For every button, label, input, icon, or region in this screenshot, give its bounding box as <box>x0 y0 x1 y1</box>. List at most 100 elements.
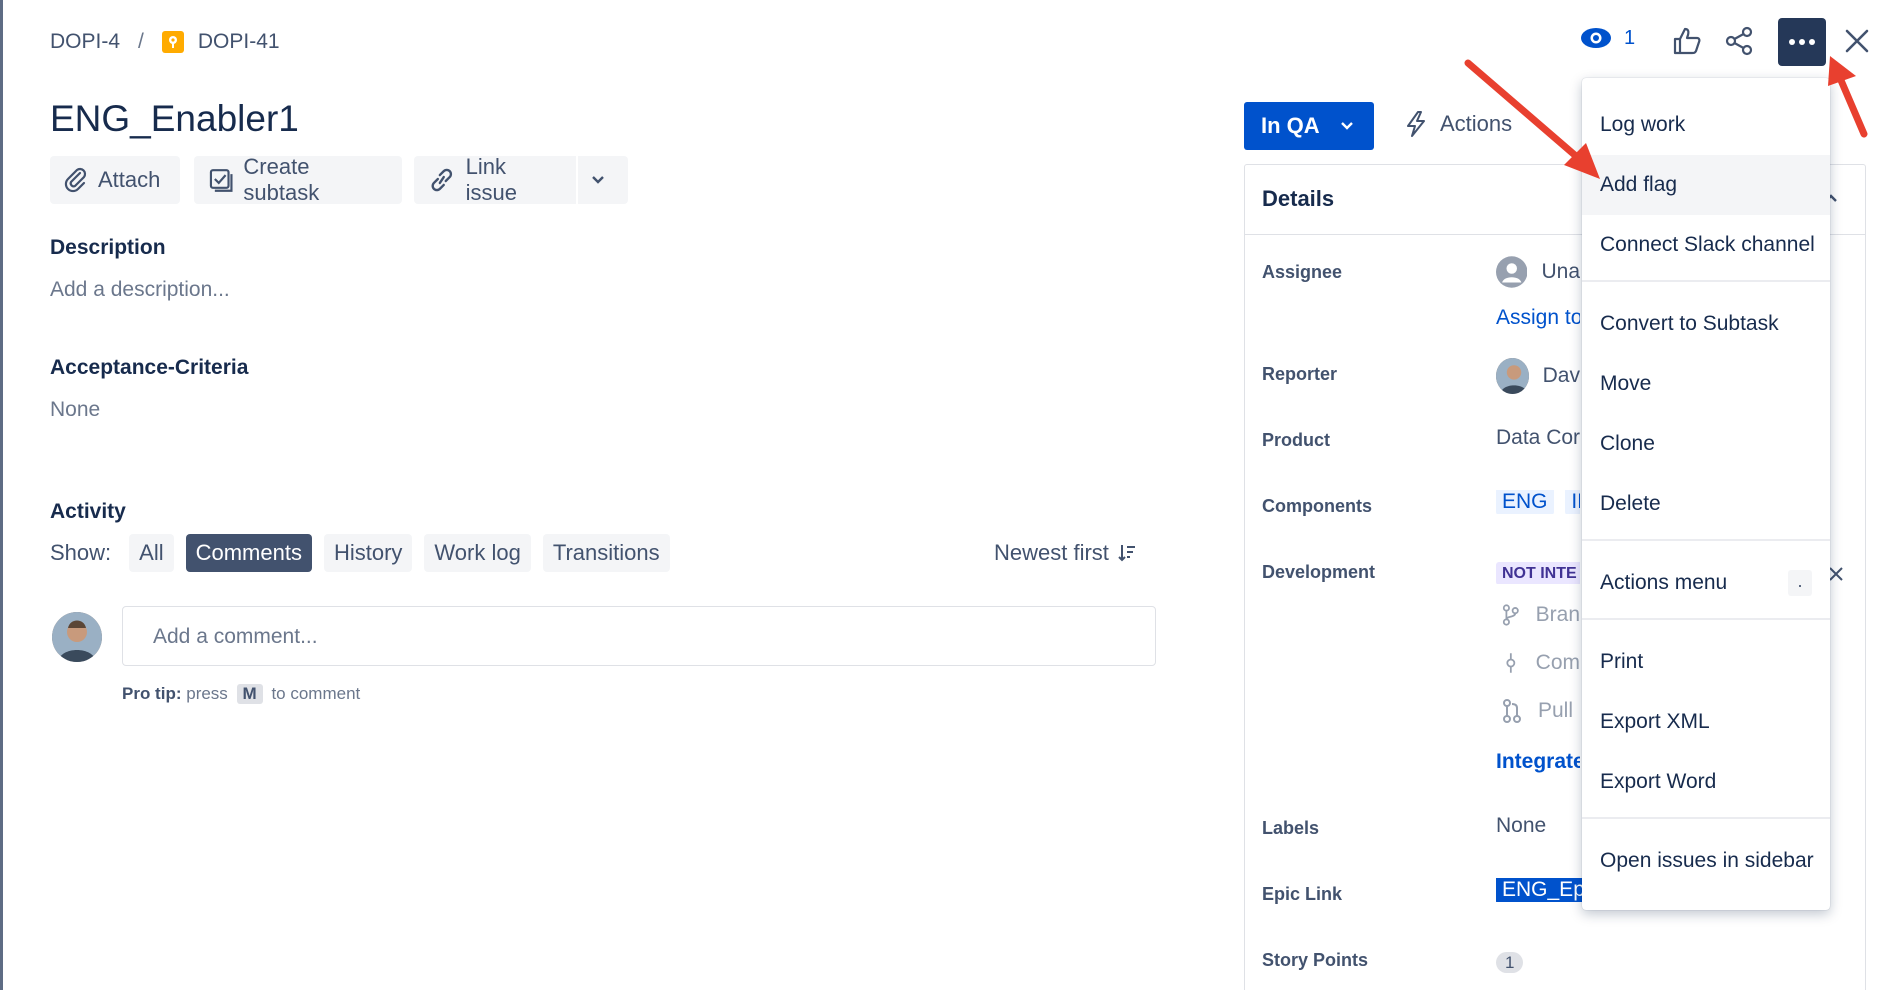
reporter-value[interactable]: Dav <box>1496 358 1580 394</box>
subtask-icon <box>209 169 233 192</box>
close-icon <box>1845 29 1869 53</box>
menu-item-delete[interactable]: Delete <box>1582 474 1830 534</box>
component-tag[interactable]: ENG <box>1496 490 1554 514</box>
shortcut-badge: . <box>1788 570 1812 596</box>
ellipsis-icon <box>1789 39 1815 45</box>
menu-item-open-in-sidebar[interactable]: Open issues in sidebar <box>1582 831 1830 891</box>
window-edge <box>0 0 3 990</box>
share-icon <box>1725 26 1753 56</box>
status-label: In QA <box>1261 113 1320 138</box>
branch-icon <box>1502 604 1519 626</box>
components-label: Components <box>1262 496 1372 516</box>
more-actions-button[interactable] <box>1778 18 1826 66</box>
pro-tip: Pro tip: press M to comment <box>122 684 360 704</box>
sort-icon <box>1118 545 1135 562</box>
share-button[interactable] <box>1724 26 1754 61</box>
watch-count: 1 <box>1624 26 1636 49</box>
shortcut-key: M <box>236 684 263 704</box>
menu-item-connect-slack[interactable]: Connect Slack channel <box>1582 215 1830 275</box>
pro-tip-post: to comment <box>271 684 361 703</box>
comment-input[interactable]: Add a comment... <box>122 606 1156 666</box>
menu-item-print[interactable]: Print <box>1582 632 1830 692</box>
details-heading[interactable]: Details <box>1262 186 1334 212</box>
filter-all[interactable]: All <box>129 534 174 572</box>
watch-button[interactable]: 1 <box>1580 26 1635 50</box>
assignee-name: Una <box>1541 260 1580 283</box>
filter-history[interactable]: History <box>323 534 413 572</box>
menu-item-clone[interactable]: Clone <box>1582 414 1830 474</box>
link-issue-label: Link issue <box>465 154 517 205</box>
menu-item-log-work[interactable]: Log work <box>1582 95 1830 155</box>
more-toolbar-button[interactable] <box>578 156 628 204</box>
commits-row[interactable]: Com <box>1496 650 1580 676</box>
filter-comments[interactable]: Comments <box>185 534 312 572</box>
activity-heading: Activity <box>50 500 126 523</box>
story-points-value[interactable]: 1 <box>1496 950 1536 974</box>
commit-icon <box>1506 653 1516 673</box>
development-label: Development <box>1262 562 1376 582</box>
like-button[interactable] <box>1672 26 1702 61</box>
component-tag[interactable]: IF <box>1565 490 1580 514</box>
breadcrumb-parent[interactable]: DOPI-4 <box>50 30 120 54</box>
annotation-arrow-icon <box>1828 56 1868 138</box>
breadcrumb-current[interactable]: DOPI-41 <box>198 30 280 54</box>
commits-label: Com <box>1535 651 1580 674</box>
branches-row[interactable]: Bran <box>1496 602 1580 628</box>
menu-item-export-word[interactable]: Export Word <box>1582 752 1830 812</box>
reporter-name: Dav <box>1542 364 1580 387</box>
acceptance-heading: Acceptance-Criteria <box>50 356 249 379</box>
reporter-label: Reporter <box>1262 364 1338 384</box>
link-issue-button[interactable]: Link issue <box>414 154 576 205</box>
issue-title[interactable]: ENG_Enabler1 <box>50 98 299 140</box>
attach-button[interactable]: Attach <box>50 156 180 204</box>
pro-tip-pre: press <box>186 684 228 703</box>
sort-toggle[interactable]: Newest first <box>994 540 1137 566</box>
description-field[interactable]: Add a description... <box>50 278 230 302</box>
menu-item-convert-to-subtask[interactable]: Convert to Subtask <box>1582 294 1830 354</box>
labels-label: Labels <box>1262 818 1320 838</box>
create-subtask-label: Create subtask <box>243 154 320 205</box>
epic-link-label: Epic Link <box>1262 884 1343 904</box>
assign-to-me-link[interactable]: Assign to <box>1496 306 1580 330</box>
annotation-arrow-icon <box>1464 59 1600 179</box>
components-value: ENG IF <box>1496 490 1580 514</box>
menu-divider <box>1582 817 1830 819</box>
menu-item-export-xml[interactable]: Export XML <box>1582 692 1830 752</box>
thumbs-up-icon <box>1673 27 1701 55</box>
dismiss-icon-button[interactable] <box>1828 566 1844 587</box>
pull-requests-row[interactable]: Pull <box>1496 698 1580 724</box>
epic-lozenge: ENG_Epi <box>1496 878 1596 902</box>
current-user-avatar <box>52 612 102 662</box>
menu-item-move[interactable]: Move <box>1582 354 1830 414</box>
paperclip-icon <box>64 167 87 193</box>
menu-divider <box>1582 618 1830 620</box>
lightning-icon <box>1407 111 1425 137</box>
issue-type-icon <box>161 31 184 53</box>
integrate-link[interactable]: Integrate <box>1496 750 1580 774</box>
status-dropdown[interactable]: In QA <box>1244 102 1374 150</box>
menu-item-actions-menu[interactable]: Actions menu . <box>1582 553 1830 613</box>
activity-filters: Show: All Comments History Work log Tran… <box>50 534 682 572</box>
product-label: Product <box>1262 430 1331 450</box>
create-subtask-button[interactable]: Create subtask <box>194 154 402 205</box>
user-icon <box>1496 256 1528 288</box>
product-value[interactable]: Data Core <box>1496 426 1580 450</box>
labels-value[interactable]: None <box>1496 814 1580 838</box>
show-label: Show: <box>50 540 112 565</box>
integration-lozenge: NOT INTE <box>1496 562 1580 584</box>
pull-requests-label: Pull <box>1538 699 1574 722</box>
menu-divider <box>1582 280 1830 282</box>
chevron-down-icon <box>592 176 604 184</box>
story-points-badge: 1 <box>1496 952 1524 973</box>
filter-transitions[interactable]: Transitions <box>542 534 670 572</box>
assignee-value[interactable]: Una <box>1496 254 1580 290</box>
description-heading: Description <box>50 236 166 259</box>
story-points-label: Story Points <box>1262 950 1369 970</box>
branches-label: Bran <box>1535 603 1580 626</box>
acceptance-value[interactable]: None <box>50 398 100 422</box>
filter-work-log[interactable]: Work log <box>424 534 531 572</box>
menu-item-add-flag[interactable]: Add flag <box>1582 155 1830 215</box>
more-actions-menu: Log work Add flag Connect Slack channel … <box>1582 78 1830 910</box>
close-icon <box>1829 567 1843 581</box>
assignee-label: Assignee <box>1262 262 1343 282</box>
